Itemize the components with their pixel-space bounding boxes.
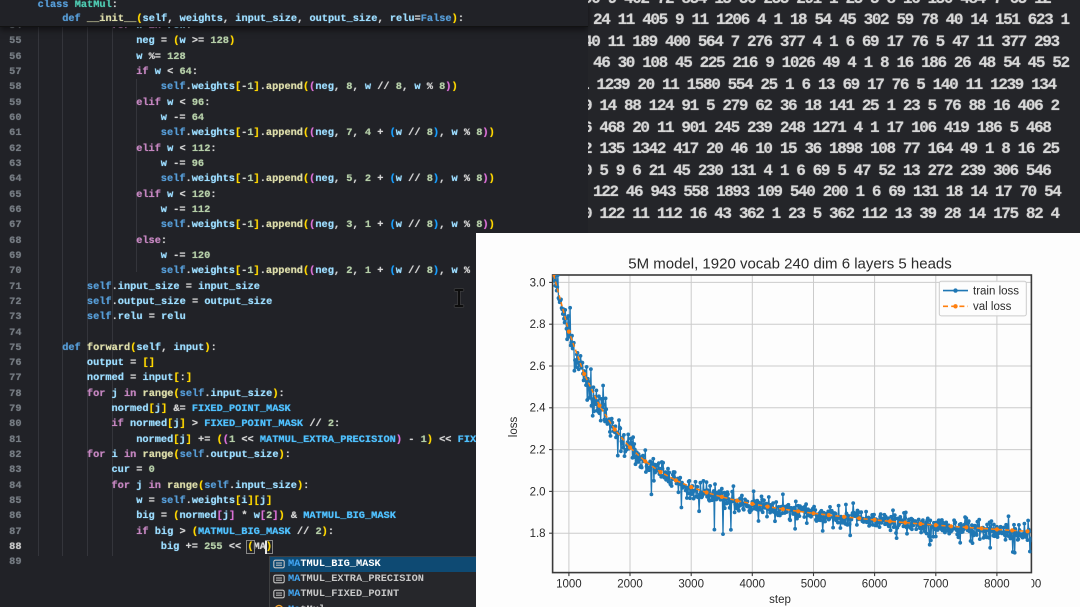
svg-text:2.4: 2.4 xyxy=(530,403,547,415)
svg-text:7000: 7000 xyxy=(923,579,949,591)
svg-text:5M model, 1920 vocab 240 dim 6: 5M model, 1920 vocab 240 dim 6 layers 5 … xyxy=(628,256,952,273)
svg-text:8000: 8000 xyxy=(984,579,1010,591)
svg-text:2.0: 2.0 xyxy=(530,486,546,498)
svg-text:3000: 3000 xyxy=(678,579,704,591)
svg-text:train loss: train loss xyxy=(973,286,1019,298)
svg-text:1.8: 1.8 xyxy=(530,528,546,540)
svg-text:6000: 6000 xyxy=(862,579,888,591)
svg-text:val loss: val loss xyxy=(973,301,1012,313)
svg-text:2000: 2000 xyxy=(617,579,643,591)
svg-text:1000: 1000 xyxy=(556,579,582,591)
svg-text:step: step xyxy=(769,594,791,606)
svg-text:2.8: 2.8 xyxy=(530,319,546,331)
svg-text:2.6: 2.6 xyxy=(530,361,546,373)
svg-text:5000: 5000 xyxy=(801,579,827,591)
svg-text:2.2: 2.2 xyxy=(530,445,546,457)
svg-text:3.0: 3.0 xyxy=(530,277,546,289)
svg-text:4000: 4000 xyxy=(740,579,766,591)
svg-text:loss: loss xyxy=(508,417,520,438)
